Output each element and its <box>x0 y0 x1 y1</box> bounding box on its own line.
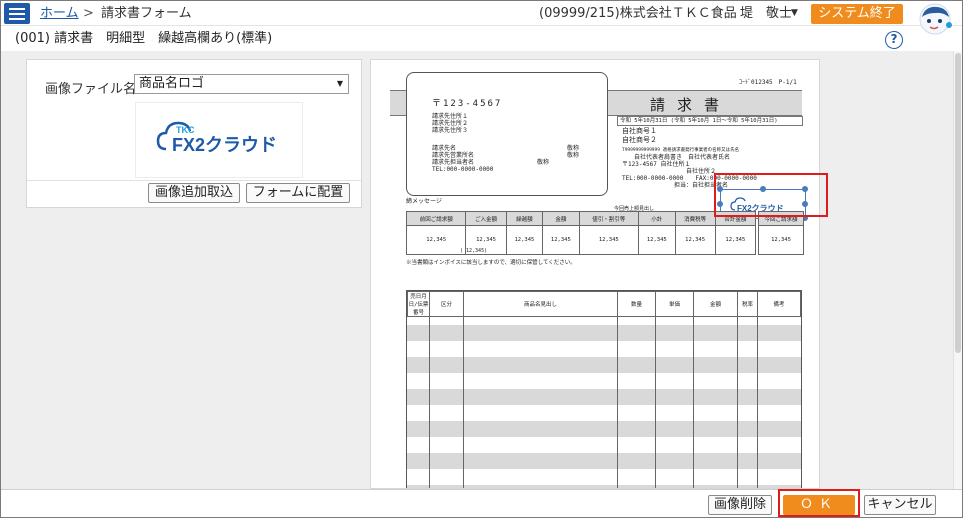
detail-grid: 売日月日/伝票番号 区分 商品名見出し 数量 単価 金額 税率 備考 <box>406 290 802 488</box>
placed-logo-highlight <box>714 173 828 217</box>
recipient-address-1: 請求先住所１ <box>432 113 469 120</box>
amount-header-subtotal: 小計 <box>638 211 676 226</box>
logo-main-text: FX2クラウド <box>172 135 277 155</box>
honorific-2: 敬称 <box>567 152 580 159</box>
invoice-registration: T9999999999999 適格請求書発行事業者の名称又は氏名 <box>622 148 740 153</box>
amount-prev: 12,345 <box>405 225 467 255</box>
amount-carry: 12,345 <box>505 225 544 255</box>
detail-header-remarks: 備考 <box>757 291 801 317</box>
own-representative: 自社代表者肩書き 自社代表者氏名 <box>634 154 731 161</box>
ok-button-highlight <box>778 489 860 517</box>
user-menu-caret-icon[interactable]: ▼ <box>791 8 798 18</box>
current-billing-table: 今回ご請求額 12,345 <box>758 211 804 255</box>
detail-header-category: 区分 <box>429 291 464 317</box>
breadcrumb-home-link[interactable]: ホーム <box>40 6 79 21</box>
own-address-2: 自社住所２ <box>686 168 717 175</box>
amount-header-tax: 消費税等 <box>674 211 716 226</box>
honorific-3: 敬称 <box>537 159 550 166</box>
hamburger-menu-icon[interactable] <box>4 3 30 24</box>
image-file-select-value: 商品名ロゴ <box>139 76 205 91</box>
image-settings-panel: 画像ファイル名 商品名ロゴ ▼ TKC FX2クラウド 画像追加取込 フォームに… <box>26 59 362 208</box>
amount-header-carry: 繰越額 <box>505 211 544 226</box>
delete-image-button[interactable]: 画像削除 <box>708 495 772 515</box>
form-title-bar: (001) 請求書 明細型 繰越高欄あり(標準) ? <box>1 27 962 51</box>
system-exit-button[interactable]: システム終了 <box>811 4 903 24</box>
honorific-1: 敬称 <box>567 145 580 152</box>
sales-header-group: 今回売上額見出し <box>614 206 655 212</box>
document-title: 請求書 <box>650 96 732 114</box>
amount-subtotal: 12,345 <box>638 225 676 255</box>
amount-header-paid: ご入金額 <box>465 211 507 226</box>
logo-preview: TKC FX2クラウド <box>135 102 303 178</box>
amount-header-sales-amount: 金額 <box>542 211 580 226</box>
invoice-document: ｺｰﾄﾞ012345 P-1/1 請求書 令和 5年10月31日 (令和 5年1… <box>384 66 808 488</box>
detail-header-date: 売日月日/伝票番号 <box>407 291 430 317</box>
recipient-tel: TEL:000-0000-0000 <box>432 166 494 173</box>
scrollbar-thumb[interactable] <box>955 53 961 353</box>
detail-header-item: 商品名見出し <box>463 291 618 317</box>
table-row <box>407 453 801 469</box>
amount-sales: 12,345 <box>542 225 580 255</box>
detail-header-unit-price: 単価 <box>655 291 694 317</box>
recipient-address-3: 請求先住所３ <box>432 127 469 134</box>
amount-discount: 12,345 <box>578 225 640 255</box>
own-address-1: 〒123-4567 自社住所１ <box>622 161 691 168</box>
page-code: ｺｰﾄﾞ012345 P-1/1 <box>739 79 797 86</box>
image-file-select[interactable]: 商品名ロゴ ▼ <box>134 74 349 94</box>
app-window: ホーム > 請求書フォーム (09999/215)株式会社ＴＫＣ食品 堤 敬士 … <box>0 0 963 518</box>
paid-sub-amount: ( 12,345) <box>460 248 488 254</box>
cancel-button[interactable]: キャンセル <box>864 495 936 515</box>
company-name: (09999/215)株式会社ＴＫＣ食品 <box>539 6 737 21</box>
add-image-import-button[interactable]: 画像追加取込 <box>148 183 240 203</box>
user-name-menu[interactable]: 堤 敬士 <box>740 6 792 21</box>
amount-header-prev: 前回ご請求額 <box>405 211 467 226</box>
amount-table: 前回ご請求額 ご入金額 繰越額 金額 値引・割引等 小計 消費税等 合計金額 1… <box>405 211 757 255</box>
address-card: 〒123-4567 請求先住所１ 請求先住所２ 請求先住所３ 請求先名 請求先営… <box>406 72 608 196</box>
table-row <box>407 389 801 405</box>
form-title: (001) 請求書 明細型 繰越高欄あり(標準) <box>15 31 273 46</box>
form-preview[interactable]: ＜ ｺｰﾄﾞ012345 P-1/1 請求書 令和 5年10月31日 (令和 5… <box>370 59 820 489</box>
image-file-label: 画像ファイル名 <box>45 82 137 97</box>
vertical-scrollbar[interactable] <box>953 51 962 489</box>
detail-header-qty: 数量 <box>617 291 656 317</box>
chevron-down-icon: ▼ <box>336 79 343 88</box>
recipient-name: 請求先名 <box>432 145 457 152</box>
own-company-2: 自社商号２ <box>622 136 657 144</box>
billing-date: 令和 5年10月31日 (令和 5年10月 1日～令和 5年10月31日) <box>620 118 778 124</box>
detail-header-tax-rate: 税率 <box>737 291 758 317</box>
logo-top-text: TKC <box>176 125 195 135</box>
recipient-address-2: 請求先住所２ <box>432 120 469 127</box>
detail-header-amount: 金額 <box>693 291 738 317</box>
invoice-note: ※当書類はインボイスに該当しますので、適切に保管してください。 <box>406 260 576 266</box>
main-content: 画像ファイル名 商品名ロゴ ▼ TKC FX2クラウド 画像追加取込 フォームに… <box>1 51 953 489</box>
breadcrumb-separator: > <box>83 6 94 21</box>
recipient-dept: 請求先営業所名 <box>432 152 475 159</box>
amount-total: 12,345 <box>714 225 757 255</box>
amount-tax: 12,345 <box>674 225 716 255</box>
amount-header-discount: 値引・割引等 <box>578 211 640 226</box>
own-company-1: 自社商号１ <box>622 127 657 135</box>
detail-header: 売日月日/伝票番号 区分 商品名見出し 数量 単価 金額 税率 備考 <box>407 291 801 317</box>
table-row <box>407 325 801 341</box>
recipient-person: 請求先担当者名 <box>432 159 475 166</box>
top-bar: ホーム > 請求書フォーム (09999/215)株式会社ＴＫＣ食品 堤 敬士 … <box>1 1 962 35</box>
place-on-form-button[interactable]: フォームに配置 <box>246 183 350 203</box>
recipient-zip: 〒123-4567 <box>432 99 503 109</box>
current-billing-amount: 12,345 <box>758 225 804 255</box>
help-icon[interactable]: ? <box>885 31 903 49</box>
panel-divider <box>27 180 361 181</box>
fx2-cloud-logo-icon: TKC FX2クラウド <box>156 121 277 155</box>
table-row <box>407 421 801 437</box>
message-label: 締メッセージ <box>406 198 442 205</box>
table-row <box>407 357 801 373</box>
breadcrumb-current-page: 請求書フォーム <box>101 6 192 21</box>
